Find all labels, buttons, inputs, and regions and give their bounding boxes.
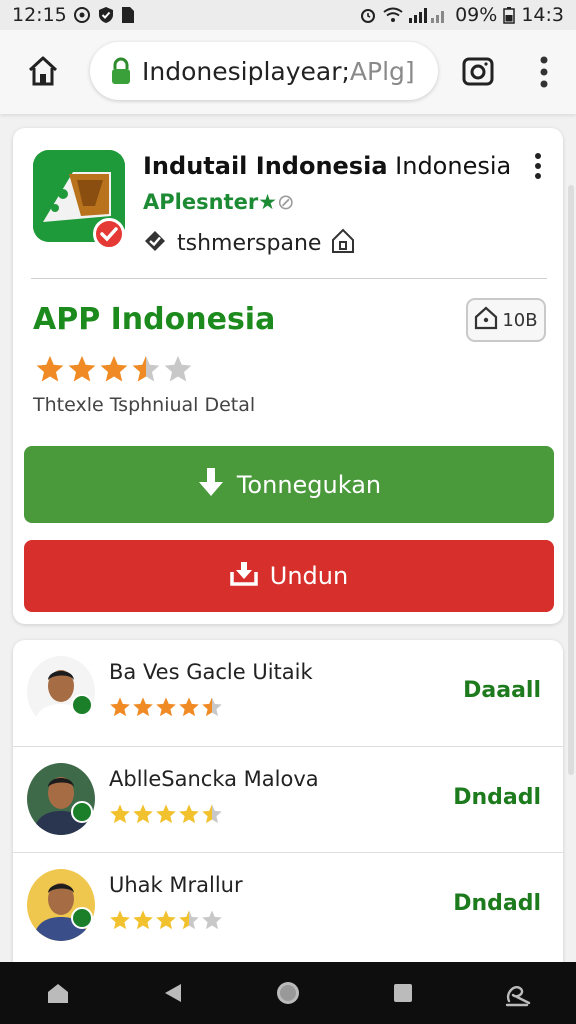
star-icon bbox=[202, 910, 222, 930]
avatar-badge-icon bbox=[71, 694, 93, 716]
install-button-label: Tonnegukan bbox=[236, 470, 382, 499]
star-icon bbox=[164, 355, 192, 382]
star-icon bbox=[68, 355, 96, 382]
avatar bbox=[27, 656, 95, 728]
review-row[interactable]: Ba Ves Gacle Uitaik Daaall bbox=[13, 640, 563, 746]
status-time: 12:15 bbox=[12, 4, 67, 26]
star-icon bbox=[179, 910, 199, 930]
avatar-badge-icon bbox=[71, 801, 93, 823]
review-rating bbox=[109, 909, 223, 931]
star-icon bbox=[132, 355, 160, 382]
star-icon bbox=[133, 697, 153, 717]
review-list: Ba Ves Gacle Uitaik Daaall AblleSancka M… bbox=[13, 640, 563, 962]
app-title-bold: Indutail Indonesia bbox=[143, 152, 388, 180]
shield-icon bbox=[97, 6, 115, 24]
star-icon bbox=[100, 355, 128, 382]
star-icon bbox=[179, 697, 199, 717]
app-title-rest: Indonesia bbox=[395, 152, 512, 180]
review-row[interactable]: Uhak Mrallur Dndadl bbox=[13, 852, 563, 958]
star-icon bbox=[202, 804, 222, 824]
house-lock-icon bbox=[331, 228, 355, 258]
nav-gesture-icon[interactable] bbox=[500, 975, 536, 1011]
install-button[interactable]: Tonnegukan bbox=[24, 446, 554, 523]
app-name: APP Indonesia bbox=[33, 302, 276, 337]
developer-suffix: ⊘ bbox=[277, 190, 295, 214]
review-rating bbox=[109, 696, 223, 718]
nav-recents-icon[interactable] bbox=[385, 975, 421, 1011]
star-icon bbox=[179, 804, 199, 824]
alarm-icon bbox=[359, 6, 377, 24]
review-name: AblleSancka Malova bbox=[109, 767, 319, 791]
person-avatar-icon bbox=[27, 763, 95, 835]
star-icon bbox=[133, 804, 153, 824]
star-icon bbox=[202, 697, 222, 717]
verified-badge-icon bbox=[93, 218, 125, 250]
star-icon bbox=[110, 697, 130, 717]
undun-button[interactable]: Undun bbox=[24, 540, 554, 612]
notification-icon bbox=[73, 6, 91, 24]
status-extra: 14:3 bbox=[521, 4, 564, 26]
star-icon bbox=[133, 910, 153, 930]
person-avatar-icon bbox=[27, 656, 95, 728]
url-dim: APlg] bbox=[349, 56, 415, 86]
star-icon bbox=[156, 910, 176, 930]
size-chip[interactable]: 10B bbox=[466, 298, 546, 342]
star-icon bbox=[156, 804, 176, 824]
signal-icon bbox=[409, 7, 449, 23]
url-text: Indonesiplayear;APlg] bbox=[142, 57, 415, 86]
app-description: Thtexle Tsphniual Detal bbox=[33, 394, 256, 416]
scrollbar[interactable] bbox=[568, 185, 574, 775]
app-size: 10B bbox=[502, 309, 538, 331]
battery-icon bbox=[503, 6, 516, 24]
home-icon[interactable] bbox=[26, 54, 60, 88]
star-icon bbox=[110, 804, 130, 824]
review-name: Ba Ves Gacle Uitaik bbox=[109, 660, 313, 684]
review-action-button[interactable]: Daaall bbox=[463, 678, 541, 703]
status-bar: 12:15 09% 14:3 bbox=[0, 0, 576, 30]
download-arrow-icon bbox=[197, 466, 225, 504]
app-title: Indutail Indonesia Indonesia bbox=[143, 152, 511, 180]
person-avatar-icon bbox=[27, 869, 95, 941]
app-card: Indutail Indonesia Indonesia APlesnter★⊘… bbox=[13, 128, 563, 624]
file-icon bbox=[121, 6, 135, 24]
nav-home-icon[interactable] bbox=[40, 975, 76, 1011]
app-developer[interactable]: APlesnter★⊘ bbox=[143, 190, 295, 214]
url-main: Indonesiplayear; bbox=[142, 56, 350, 86]
url-bar[interactable]: Indonesiplayear;APlg] bbox=[90, 42, 438, 100]
app-more-icon[interactable] bbox=[531, 152, 545, 180]
nav-circle-icon[interactable] bbox=[270, 975, 306, 1011]
home-size-icon bbox=[474, 306, 498, 335]
app-rating bbox=[35, 354, 193, 384]
lock-icon bbox=[110, 57, 132, 85]
battery-percent: 09% bbox=[455, 4, 498, 26]
download-tray-icon bbox=[230, 560, 258, 592]
star-icon bbox=[156, 697, 176, 717]
avatar bbox=[27, 869, 95, 941]
card-divider bbox=[31, 278, 547, 279]
camera-icon[interactable] bbox=[461, 54, 495, 88]
review-action-button[interactable]: Dndadl bbox=[453, 891, 541, 916]
more-vert-icon[interactable] bbox=[534, 54, 554, 90]
wifi-icon bbox=[383, 7, 403, 23]
browser-toolbar: Indonesiplayear;APlg] bbox=[0, 30, 576, 114]
developer-name: APlesnter★ bbox=[143, 190, 277, 214]
star-icon bbox=[110, 910, 130, 930]
avatar bbox=[27, 763, 95, 835]
review-rating bbox=[109, 803, 223, 825]
review-row[interactable]: AblleSancka Malova Dndadl bbox=[13, 746, 563, 852]
system-nav-bar bbox=[0, 962, 576, 1024]
app-meta-text: tshmerspane bbox=[177, 230, 322, 256]
badge-icon bbox=[143, 229, 167, 257]
review-name: Uhak Mrallur bbox=[109, 873, 243, 897]
review-action-button[interactable]: Dndadl bbox=[453, 785, 541, 810]
avatar-badge-icon bbox=[71, 907, 93, 929]
undun-button-label: Undun bbox=[269, 562, 349, 590]
app-meta: tshmerspane bbox=[143, 228, 355, 258]
nav-back-icon[interactable] bbox=[155, 975, 191, 1011]
star-icon bbox=[36, 355, 64, 382]
